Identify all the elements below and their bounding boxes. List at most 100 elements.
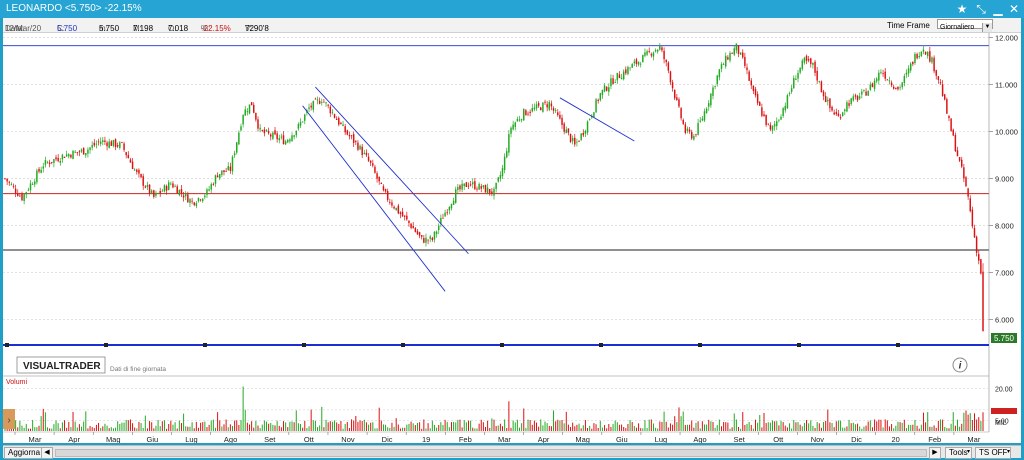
candle-body [121, 142, 123, 143]
candle-body [880, 72, 882, 74]
candle-body [189, 199, 191, 204]
candle-body [561, 117, 563, 125]
pin-icon[interactable]: ⤡ [973, 1, 989, 17]
candle-body [99, 141, 102, 144]
candle-body [901, 82, 903, 88]
month-label: Mag [575, 435, 590, 443]
candle-body [601, 89, 604, 96]
candle-body [144, 186, 147, 188]
candle-body [890, 82, 893, 86]
candle-body [763, 114, 765, 117]
candle-body [348, 134, 351, 137]
candle-body [707, 103, 710, 107]
candle-body [682, 119, 684, 124]
candle-body [416, 231, 419, 235]
candle-body [327, 104, 329, 106]
candle-body [112, 139, 115, 146]
candle-body [899, 87, 901, 89]
candle-body [903, 76, 906, 83]
refresh-button[interactable]: Aggiorna [4, 447, 45, 459]
candle-body [895, 87, 897, 90]
candle-body [918, 55, 920, 58]
ts-off-button[interactable]: TS OFF [975, 447, 1012, 459]
last-price-label: 5.750 [994, 334, 1015, 343]
candle-body [427, 239, 429, 241]
candle-body [61, 154, 64, 160]
candle-body [916, 53, 918, 59]
candle-body [480, 186, 482, 189]
candle-body [459, 185, 461, 190]
timeframe-select[interactable]: Giornaliero ▼ [937, 19, 993, 32]
candle-body [338, 117, 340, 125]
close-icon[interactable]: ✕ [1006, 1, 1022, 17]
min-value: 5.750 [99, 24, 120, 33]
candle-body [773, 124, 776, 127]
candle-body [201, 198, 204, 202]
candle-body [982, 271, 984, 332]
candle-body [750, 80, 753, 86]
candle-body [665, 59, 667, 63]
candle-body [812, 62, 814, 65]
candle-body [397, 205, 400, 214]
chevron-down-icon[interactable]: ▼ [982, 23, 992, 32]
minimize-icon[interactable]: ▁ [990, 1, 1006, 17]
candle-body [495, 182, 497, 189]
candle-body [469, 184, 472, 186]
candle-body [816, 70, 818, 81]
candle-body [801, 60, 804, 69]
month-label: Dic [851, 435, 862, 443]
candle-body [703, 111, 706, 121]
chevron-right-icon[interactable]: › [7, 415, 10, 426]
date-marker [5, 343, 9, 347]
app-window: LEONARDO <5.750> -22.15% ★ ⤡ ▁ ✕ Data: 12… [0, 0, 1024, 460]
candle-body [212, 184, 215, 186]
candle-body [669, 71, 672, 83]
candle-body [943, 94, 946, 100]
candle-body [442, 217, 444, 219]
candle-body [493, 188, 495, 196]
price-tick-label: 8.000 [995, 222, 1014, 231]
candle-body [423, 238, 425, 243]
chevron-down-icon[interactable]: ▾ [967, 447, 973, 457]
candle-body [365, 152, 368, 156]
scroll-left-icon[interactable]: ◀ [41, 447, 53, 459]
scroll-right-icon[interactable]: ▶ [929, 447, 941, 459]
month-label: Feb [459, 435, 472, 443]
candle-body [127, 154, 130, 159]
candle-body [267, 130, 270, 134]
candle-body [748, 71, 750, 81]
volume-last-box [991, 408, 1017, 414]
month-label: Nov [341, 435, 355, 443]
candle-body [610, 78, 612, 87]
month-label: Ago [224, 435, 237, 443]
candle-body [176, 186, 178, 194]
candle-body [616, 72, 619, 81]
candle-body [540, 107, 542, 111]
brand-name: VISUALTRADER [23, 361, 101, 372]
candle-body [452, 200, 455, 205]
candle-body [952, 129, 954, 136]
candle-body [958, 157, 961, 161]
candle-body [705, 108, 708, 113]
candle-body [42, 166, 45, 169]
candle-body [975, 236, 978, 253]
chevron-down-icon[interactable]: ▾ [1007, 447, 1013, 457]
candle-body [971, 209, 974, 227]
month-label: Mag [106, 435, 121, 443]
price-chart[interactable]: 12.000 11.000 10.000 9.000 8.000 7.000 6.000 5… [3, 33, 1021, 444]
candle-body [448, 207, 451, 211]
candle-body [57, 157, 59, 162]
candle-body [829, 98, 831, 109]
candle-body [180, 189, 183, 194]
volume-title: Volumi [6, 379, 27, 386]
candle-body [51, 161, 53, 163]
candle-body [40, 169, 42, 173]
horizontal-scrollbar[interactable] [55, 449, 927, 457]
candle-body [227, 166, 229, 170]
star-icon[interactable]: ★ [954, 1, 970, 17]
candle-body [163, 185, 166, 192]
chart-area[interactable]: 12.000 11.000 10.000 9.000 8.000 7.000 6.000 5… [3, 33, 1021, 444]
panel-separator [3, 344, 989, 346]
candle-body [184, 193, 187, 197]
candle-body [331, 112, 334, 114]
